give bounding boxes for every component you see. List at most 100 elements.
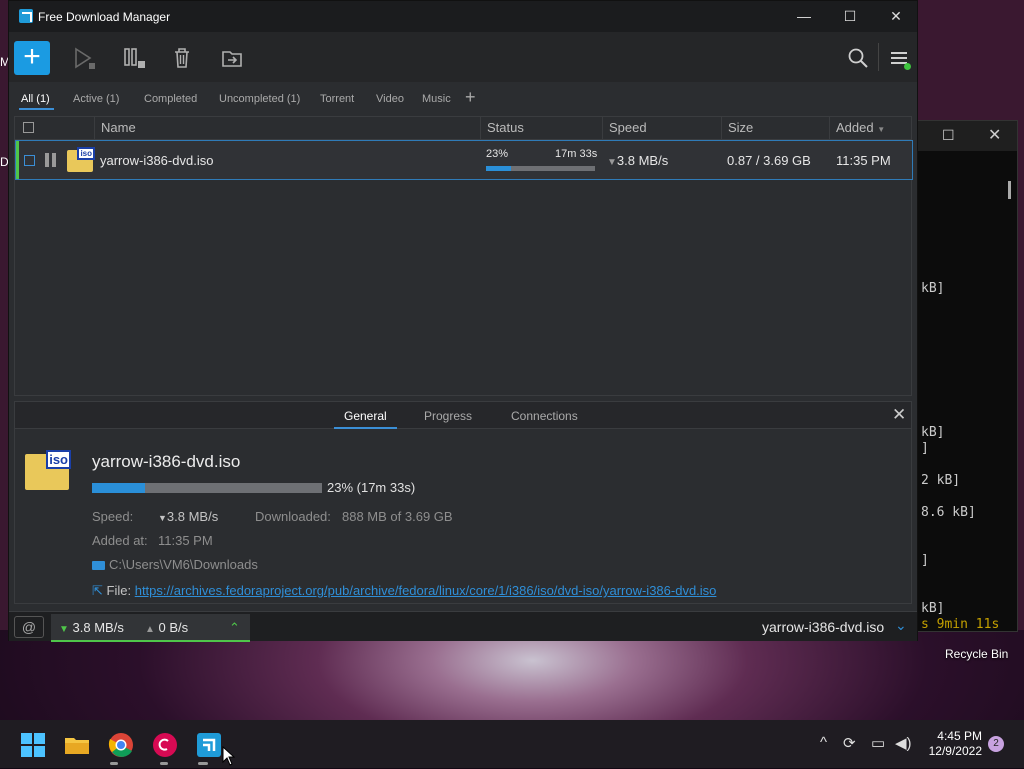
row-added: 11:35 PM <box>836 153 891 168</box>
terminal-scrollbar[interactable] <box>1008 181 1011 199</box>
maximize-icon[interactable]: ☐ <box>942 127 955 144</box>
file-url-row: ⇱ File: https://archives.fedoraproject.o… <box>92 583 716 599</box>
folder-icon <box>92 561 105 570</box>
speed-label: Speed: <box>92 509 134 524</box>
iso-file-icon: iso <box>67 147 95 172</box>
pause-icon[interactable] <box>45 153 56 167</box>
table-row[interactable]: iso yarrow-i386-dvd.iso 23% 17m 33s ▼3.8… <box>15 140 913 180</box>
resume-icon[interactable] <box>71 45 97 71</box>
external-link-icon: ⇱ <box>92 583 103 598</box>
added-value: 11:35 PM <box>158 533 213 548</box>
running-indicator <box>198 762 208 765</box>
row-status-percent: 23% <box>486 148 509 160</box>
chevron-down-icon[interactable]: ⌄ <box>895 617 907 634</box>
start-icon[interactable] <box>20 732 46 758</box>
terminal-line: 2 kB] <box>921 473 961 488</box>
tab-active[interactable]: Active (1) <box>73 93 119 105</box>
column-added-label: Added <box>836 120 874 135</box>
tab-torrent[interactable]: Torrent <box>320 93 354 105</box>
terminal-line: ] <box>921 441 929 456</box>
row-file-name: yarrow-i386-dvd.iso <box>100 153 214 168</box>
minimize-button[interactable]: — <box>781 1 827 32</box>
snail-mode-icon[interactable]: @ <box>14 616 44 638</box>
status-bar: @ ▼ 3.8 MB/s ▲ 0 B/s ⌃ yarrow-i386-dvd.i… <box>9 611 917 642</box>
maximize-button[interactable]: ☐ <box>827 1 873 32</box>
column-added[interactable]: Added ▼ <box>829 117 911 139</box>
add-download-button[interactable]: + <box>14 41 50 75</box>
clock[interactable]: 4:45 PM 12/9/2022 <box>924 729 982 759</box>
details-tabs: General Progress Connections ✕ <box>15 402 911 429</box>
taskbar: ^ ⟳ ▭ ◀) 4:45 PM 12/9/2022 2 <box>0 720 1024 768</box>
tab-video[interactable]: Video <box>376 93 404 105</box>
close-details-icon[interactable]: ✕ <box>892 405 906 425</box>
added-label: Added at: <box>92 533 148 548</box>
file-explorer-icon[interactable] <box>64 732 90 758</box>
fdm-app-icon <box>19 9 33 23</box>
download-speed-text: 3.8 MB/s <box>72 620 124 635</box>
upload-speed-text: 0 B/s <box>158 620 189 635</box>
pause-all-icon[interactable] <box>121 45 147 71</box>
iso-file-large-icon: iso <box>25 450 71 490</box>
clock-date: 12/9/2022 <box>928 744 982 758</box>
tab-uncompleted[interactable]: Uncompleted (1) <box>219 93 300 105</box>
debian-icon[interactable] <box>152 732 178 758</box>
notification-badge[interactable]: 2 <box>988 736 1004 752</box>
move-to-folder-icon[interactable] <box>219 45 245 71</box>
volume-icon[interactable]: ◀) <box>895 734 912 752</box>
active-indicator <box>16 141 19 179</box>
download-arrow-icon: ▼ <box>59 624 69 635</box>
status-current-file: yarrow-i386-dvd.iso <box>762 619 885 635</box>
terminal-line: kB] <box>921 601 945 616</box>
upload-arrow-icon: ▲ <box>145 624 155 635</box>
tab-completed[interactable]: Completed <box>144 93 197 105</box>
select-all-checkbox[interactable] <box>23 122 34 133</box>
column-name[interactable]: Name <box>94 117 480 139</box>
column-size[interactable]: Size <box>721 117 829 139</box>
row-speed: ▼3.8 MB/s <box>607 153 668 168</box>
downloaded-label: Downloaded: <box>255 509 331 524</box>
table-header: Name Status Speed Size Added ▼ <box>15 117 911 140</box>
toolbar: + <box>9 32 917 82</box>
download-arrow-icon: ▼ <box>158 513 167 523</box>
folder-path[interactable]: C:\Users\VM6\Downloads <box>92 557 258 572</box>
row-checkbox[interactable] <box>24 155 35 166</box>
terminal-line: kB] <box>921 425 945 440</box>
row-size: 0.87 / 3.69 GB <box>727 153 811 168</box>
speed-summary[interactable]: ▼ 3.8 MB/s ▲ 0 B/s ⌃ <box>51 614 250 642</box>
close-button[interactable]: ✕ <box>873 1 919 32</box>
folder-path-text: C:\Users\VM6\Downloads <box>109 557 258 572</box>
tab-music[interactable]: Music <box>422 93 451 105</box>
add-filter-button[interactable]: + <box>465 87 476 108</box>
fdm-window: Free Download Manager — ☐ ✕ + All (1) Ac… <box>8 0 918 642</box>
title-bar[interactable]: Free Download Manager — ☐ ✕ <box>9 1 917 32</box>
recycle-bin-label[interactable]: Recycle Bin <box>945 647 1008 661</box>
terminal-line: 8.6 kB] <box>921 505 976 520</box>
chevron-up-icon[interactable]: ⌃ <box>229 620 240 636</box>
tab-general[interactable]: General <box>334 409 397 429</box>
close-icon[interactable]: ✕ <box>988 125 1001 145</box>
chrome-icon[interactable] <box>108 732 134 758</box>
terminal-window[interactable]: ☐ ✕ kB] kB] ] 2 kB] 8.6 kB] ] kB] s 9min… <box>915 120 1018 632</box>
speed-value: ▼3.8 MB/s <box>158 509 218 524</box>
tray-overflow-icon[interactable]: ^ <box>820 734 827 751</box>
column-speed[interactable]: Speed <box>602 117 721 139</box>
terminal-line: ] <box>921 553 929 568</box>
details-file-name: yarrow-i386-dvd.iso <box>92 452 241 471</box>
terminal-line: kB] <box>921 281 945 296</box>
speed-value-text: 3.8 MB/s <box>166 509 219 524</box>
search-icon[interactable] <box>845 45 871 71</box>
toolbar-separator <box>878 43 879 71</box>
download-arrow-icon: ▼ <box>607 157 617 168</box>
tab-progress[interactable]: Progress <box>424 409 472 423</box>
fdm-taskbar-icon[interactable] <box>196 732 222 758</box>
column-status[interactable]: Status <box>480 117 602 139</box>
network-icon[interactable]: ▭ <box>871 734 885 752</box>
delete-icon[interactable] <box>169 45 195 71</box>
tab-connections[interactable]: Connections <box>511 409 578 423</box>
row-status-time: 17m 33s <box>555 148 598 160</box>
tab-all[interactable]: All (1) <box>19 93 54 110</box>
file-url-link[interactable]: https://archives.fedoraproject.org/pub/a… <box>135 583 717 598</box>
row-speed-value: 3.8 MB/s <box>616 153 669 168</box>
terminal-titlebar[interactable]: ☐ ✕ <box>916 121 1017 151</box>
sync-icon[interactable]: ⟳ <box>843 734 856 752</box>
